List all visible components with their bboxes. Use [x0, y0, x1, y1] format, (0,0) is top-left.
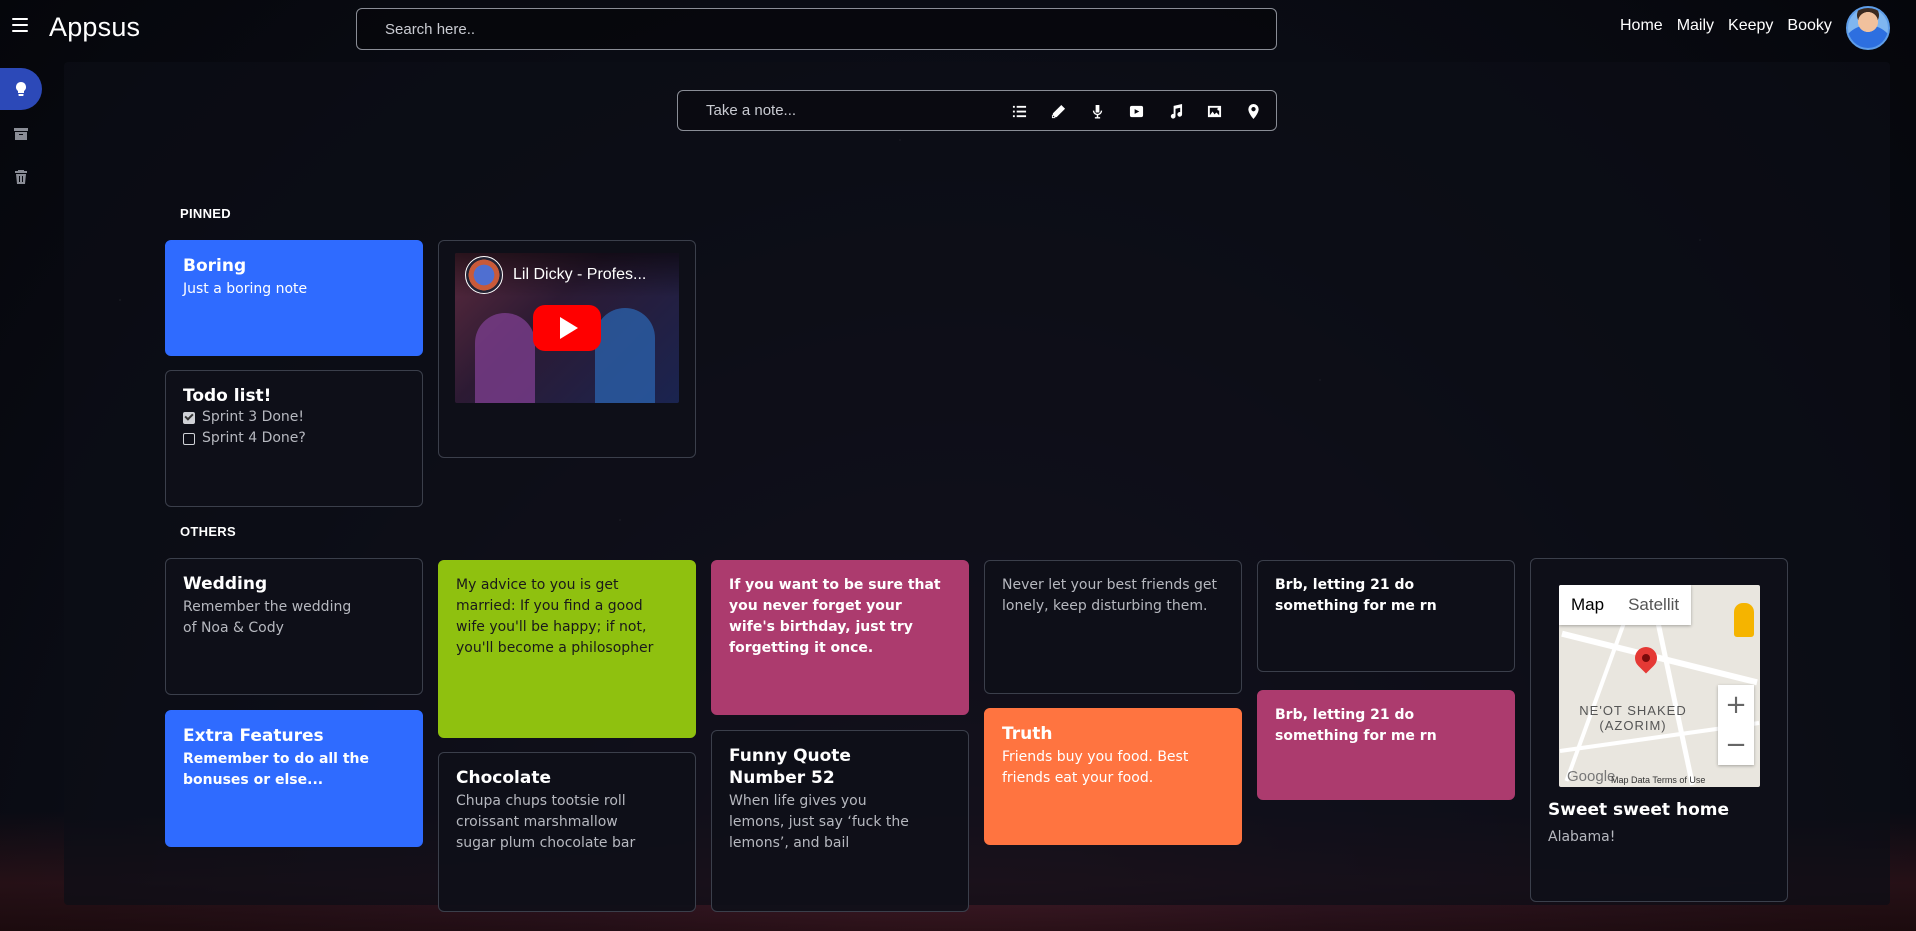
microphone-icon[interactable] — [1088, 103, 1107, 120]
checkbox-unchecked-icon[interactable] — [183, 432, 195, 445]
map-embed[interactable]: Map Satellit NE'OT SHAKED (AZORIM) + − G… — [1559, 585, 1760, 787]
note-extra-features[interactable]: Extra Features Remember to do all the bo… — [165, 710, 423, 847]
pinned-section-title: PINNED — [180, 206, 231, 221]
note-brb[interactable]: Brb, letting 21 do something for me rn — [1257, 560, 1515, 672]
note-body: Never let your best friends get lonely, … — [1002, 577, 1217, 614]
note-birthday[interactable]: If you want to be sure that you never fo… — [711, 560, 969, 715]
note-body: Brb, letting 21 do something for me rn — [1275, 577, 1437, 614]
satellite-tab[interactable]: Satellit — [1616, 585, 1691, 625]
video-title: Lil Dicky - Profes... — [513, 266, 647, 283]
sidebar-item-archive[interactable] — [0, 113, 42, 155]
note-body: Just a boring note — [183, 281, 308, 297]
hamburger-menu-icon[interactable] — [12, 18, 28, 32]
note-advice[interactable]: My advice to you is get married: If you … — [438, 560, 696, 738]
zoom-out-button[interactable]: − — [1718, 725, 1754, 765]
note-body: Alabama! — [1548, 829, 1616, 845]
note-todo[interactable]: Todo list! Sprint 3 Done! Sprint 4 Done? — [165, 370, 423, 507]
todo-item[interactable]: Sprint 4 Done? — [183, 428, 405, 449]
app-logo[interactable]: Appsus — [49, 12, 140, 43]
note-wedding[interactable]: Wedding Remember the wedding of Noa & Co… — [165, 558, 423, 695]
note-body: When life gives you lemons, just say ‘fu… — [729, 793, 909, 851]
youtube-embed[interactable]: Lil Dicky - Profes... — [455, 253, 679, 403]
zoom-in-button[interactable]: + — [1718, 685, 1754, 725]
nav-home[interactable]: Home — [1620, 17, 1663, 35]
pencil-icon[interactable] — [1049, 103, 1068, 120]
note-brb-pink[interactable]: Brb, letting 21 do something for me rn — [1257, 690, 1515, 800]
others-section-title: OTHERS — [180, 524, 236, 539]
map-tab[interactable]: Map — [1559, 585, 1616, 625]
note-body: Chupa chups tootsie roll croissant marsh… — [456, 793, 636, 851]
note-title: Boring — [183, 256, 247, 276]
note-title: Wedding — [183, 574, 268, 594]
todo-item[interactable]: Sprint 3 Done! — [183, 407, 405, 428]
note-title: Chocolate — [456, 768, 551, 788]
map-place-label: NE'OT SHAKED (AZORIM) — [1579, 703, 1687, 733]
user-avatar[interactable] — [1846, 6, 1890, 50]
take-note-input[interactable] — [678, 102, 998, 119]
note-body: My advice to you is get married: If you … — [456, 577, 654, 656]
channel-avatar — [465, 256, 503, 294]
street-view-pegman-icon[interactable] — [1734, 603, 1754, 637]
nav-maily[interactable]: Maily — [1677, 17, 1714, 35]
note-title: Extra Features — [183, 726, 324, 746]
archive-icon — [14, 128, 28, 140]
top-bar: Appsus Home Maily Keepy Booky — [0, 0, 1916, 56]
map-pin-icon[interactable] — [1630, 642, 1662, 674]
map-attribution[interactable]: Map Data Terms of Use — [1611, 775, 1705, 785]
search-input[interactable] — [356, 8, 1277, 50]
sidebar-item-notes[interactable] — [0, 68, 42, 110]
note-sweet-home[interactable]: Map Satellit NE'OT SHAKED (AZORIM) + − G… — [1530, 558, 1788, 902]
note-body: Brb, letting 21 do something for me rn — [1275, 707, 1437, 744]
note-type-toolbar — [1010, 103, 1263, 120]
note-body: Remember the wedding of Noa & Cody — [183, 599, 352, 636]
note-chocolate[interactable]: Chocolate Chupa chups tootsie roll crois… — [438, 752, 696, 912]
image-icon[interactable] — [1205, 103, 1224, 120]
note-boring[interactable]: Boring Just a boring note — [165, 240, 423, 356]
play-button-icon[interactable] — [533, 305, 601, 351]
note-body: Friends buy you food. Best friends eat y… — [1002, 749, 1189, 786]
note-title: Sweet sweet home — [1548, 800, 1730, 820]
music-icon[interactable] — [1166, 103, 1185, 120]
note-video[interactable]: Lil Dicky - Profes... — [438, 240, 696, 458]
note-composer — [677, 90, 1277, 131]
nav-keepy[interactable]: Keepy — [1728, 17, 1773, 35]
note-best-friends[interactable]: Never let your best friends get lonely, … — [984, 560, 1242, 694]
note-truth[interactable]: Truth Friends buy you food. Best friends… — [984, 708, 1242, 845]
sidebar-item-trash[interactable] — [0, 156, 42, 198]
checkbox-checked-icon[interactable] — [183, 411, 195, 424]
location-pin-icon[interactable] — [1244, 103, 1263, 120]
nav-booky[interactable]: Booky — [1787, 17, 1831, 35]
note-title: Funny Quote Number 52 — [729, 746, 851, 788]
note-title: Truth — [1002, 724, 1053, 744]
lightbulb-icon — [16, 82, 26, 96]
google-logo[interactable]: Google — [1567, 768, 1615, 785]
trash-icon — [15, 170, 27, 184]
note-body: If you want to be sure that you never fo… — [729, 577, 941, 656]
note-funny-quote[interactable]: Funny Quote Number 52 When life gives yo… — [711, 730, 969, 912]
map-zoom-controls: + − — [1718, 685, 1754, 765]
youtube-icon[interactable] — [1127, 103, 1146, 120]
list-icon[interactable] — [1010, 103, 1029, 120]
note-title: Todo list! — [183, 386, 272, 406]
note-body: Remember to do all the bonuses or else..… — [183, 751, 370, 788]
main-nav: Home Maily Keepy Booky — [1620, 17, 1832, 35]
